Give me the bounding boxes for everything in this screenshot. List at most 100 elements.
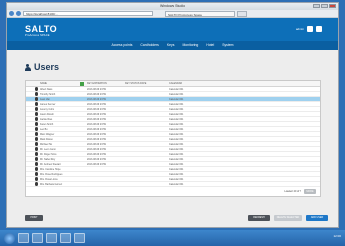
- filter-icon[interactable]: [80, 81, 84, 86]
- status-icon: [33, 167, 40, 171]
- cell-calendar: Calendar 001: [169, 132, 184, 136]
- status-icon: [33, 162, 40, 166]
- cell-name: Mark Rosso: [40, 137, 53, 141]
- more-button[interactable]: MORE: [304, 189, 316, 194]
- status-icon: [33, 97, 40, 101]
- user-name: admin: [295, 27, 304, 31]
- status-icon: [33, 127, 40, 131]
- cell-key-expiration: 2013-08-09 23:59: [87, 87, 106, 91]
- cell-calendar: Calendar 001: [169, 107, 184, 111]
- browser-tab[interactable]: SALTO ProAccess Space: [165, 10, 235, 17]
- cell-calendar: Calendar 001: [169, 172, 184, 176]
- cell-name: Leo Bo: [40, 127, 48, 131]
- cell-name: Karen Smith: [40, 122, 54, 126]
- cell-name: James Kenner: [40, 102, 56, 106]
- cell-name: Mr. Andrew Stewart: [40, 162, 61, 166]
- cell-name: Jackie Ries: [40, 117, 53, 121]
- logo-subtitle: ProAccess SPACE: [25, 34, 50, 37]
- status-icon: [33, 132, 40, 136]
- cell-calendar: Calendar 001: [169, 117, 184, 121]
- taskbar-app-other[interactable]: [74, 233, 85, 243]
- cell-key-expiration: 2013-08-09 23:59: [87, 157, 106, 161]
- column-calendar[interactable]: CALENDAR: [169, 82, 229, 85]
- start-button[interactable]: [4, 232, 15, 244]
- back-button[interactable]: [9, 11, 14, 16]
- status-icon: [33, 112, 40, 116]
- column-name[interactable]: NAME: [40, 82, 80, 85]
- maximize-button[interactable]: [321, 4, 328, 8]
- menu-item[interactable]: Hotel: [206, 41, 214, 50]
- cell-name: Jason Rosoli: [40, 112, 54, 116]
- add-user-button[interactable]: ADD USER: [306, 215, 328, 221]
- menu-item[interactable]: Access points: [111, 41, 132, 50]
- cell-key-expiration: 2013-08-09 23:59: [87, 112, 106, 116]
- taskbar-app-media[interactable]: [60, 233, 71, 243]
- salto-logo: SALTO ProAccess SPACE: [25, 24, 57, 37]
- cell-calendar: Calendar 001: [169, 157, 184, 161]
- menu-item[interactable]: Cardholders: [140, 41, 158, 50]
- cell-key-expiration: 2013-08-09 23:59: [87, 132, 106, 136]
- delete-selected-button[interactable]: DELETE SELECTED: [274, 215, 302, 221]
- status-icon: [33, 172, 40, 176]
- table-row[interactable]: Mrs. Barbara Gomez Calendar 001: [26, 182, 320, 187]
- column-key-expiration[interactable]: KEY EXPIRATION: [87, 82, 125, 85]
- cell-calendar: Calendar 001: [169, 147, 184, 151]
- cell-key-expiration: 2013-08-09 23:59: [87, 122, 106, 126]
- cell-calendar: Calendar 001: [169, 152, 184, 156]
- menu-item[interactable]: System: [222, 41, 233, 50]
- window-titlebar: Windows Studio: [7, 3, 338, 10]
- close-button[interactable]: [329, 4, 336, 8]
- status-icon: [33, 152, 40, 156]
- page-title: Users: [24, 62, 59, 72]
- status-icon: [33, 142, 40, 146]
- new-tab-button[interactable]: [237, 10, 247, 17]
- cell-name: Albert Nass: [40, 87, 53, 91]
- page-title-text: Users: [34, 62, 60, 72]
- cell-calendar: Calendar 001: [169, 177, 184, 181]
- cell-key-expiration: 2013-08-09 23:59: [87, 127, 106, 131]
- cell-key-expiration: 2013-08-09 23:59: [87, 142, 106, 146]
- forward-button[interactable]: [16, 11, 21, 16]
- row-checkbox[interactable]: [26, 182, 33, 187]
- cell-key-expiration: 2013-08-09 23:59: [87, 107, 106, 111]
- status-icon: [33, 87, 40, 91]
- user-icon[interactable]: [307, 26, 313, 32]
- users-icon: [24, 63, 31, 71]
- cell-name: Mrs. Caroline Hope: [40, 167, 61, 171]
- cell-key-expiration: 2013-08-09 23:59: [87, 117, 106, 121]
- minimize-button[interactable]: [313, 4, 320, 8]
- taskbar-app-browser[interactable]: [32, 233, 43, 243]
- status-icon: [33, 157, 40, 161]
- taskbar-app-folder[interactable]: [46, 233, 57, 243]
- status-icon: [33, 147, 40, 151]
- menu-item[interactable]: Monitoring: [182, 41, 198, 50]
- user-info: admin: [296, 26, 322, 32]
- cell-name: Mrs. Rose Rodrigues: [40, 172, 63, 176]
- cell-calendar: Calendar 001: [169, 182, 184, 186]
- cell-name: Michael Tai: [40, 142, 52, 146]
- main-menu: Access points Cardholders Keys Monitoring Ho…: [7, 41, 338, 50]
- cell-calendar: Calendar 001: [169, 112, 184, 116]
- logout-icon[interactable]: [316, 26, 322, 32]
- row-count: Loaded: 20 of ?: [284, 190, 301, 193]
- status-icon: [33, 177, 40, 181]
- cell-key-expiration: 2013-08-09 23:59: [87, 102, 106, 106]
- menu-item[interactable]: Keys: [167, 41, 175, 50]
- cell-calendar: Calendar 001: [169, 127, 184, 131]
- column-key-status-date[interactable]: KEY STATUS DATE: [125, 82, 169, 85]
- app-header: SALTO ProAccess SPACE admin Access point…: [7, 18, 338, 50]
- url-input[interactable]: https://localhost:8100/...: [23, 11, 153, 16]
- browser-window: Windows Studio https://localhost:8100/..…: [6, 2, 339, 228]
- status-icon: [33, 137, 40, 141]
- taskbar-app-explorer[interactable]: [18, 233, 29, 243]
- cell-name: Mr. Roger Sims: [40, 152, 57, 156]
- cell-name: Mrs. Barbara Gomez: [40, 182, 63, 186]
- print-button[interactable]: PRINT: [25, 215, 43, 221]
- cell-key-expiration: 2013-08-09 23:59: [87, 97, 106, 101]
- address-bar: https://localhost:8100/... SALTO ProAcce…: [7, 10, 338, 18]
- taskbar-clock: 12:00: [333, 234, 341, 238]
- cell-calendar: Calendar 001: [169, 137, 184, 141]
- window-title: Windows Studio: [159, 4, 186, 8]
- cell-name: Mrs. Rosa Linna: [40, 177, 58, 181]
- refresh-button[interactable]: REFRESH: [248, 215, 270, 221]
